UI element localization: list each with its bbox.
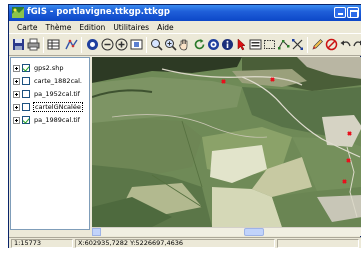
- layer-visibility-checkbox[interactable]: [22, 90, 30, 98]
- menu-aide[interactable]: Aide: [153, 23, 178, 32]
- layer-visibility-checkbox[interactable]: [22, 77, 30, 85]
- redo-icon[interactable]: [352, 38, 361, 51]
- menu-theme[interactable]: Thème: [41, 23, 75, 32]
- cursor-coordinates: X:602935,7282 Y:5226697,4636: [75, 239, 275, 248]
- save-icon[interactable]: [12, 38, 25, 51]
- layer-name: pa_1952cal.tif: [34, 90, 80, 98]
- map-canvas[interactable]: [92, 57, 361, 227]
- toolbar-separator: [43, 37, 44, 53]
- info-icon[interactable]: [221, 38, 234, 51]
- toolbar-separator: [146, 37, 147, 53]
- node-tool-icon[interactable]: [291, 38, 304, 51]
- expand-icon[interactable]: [13, 103, 20, 111]
- gps-point[interactable]: [347, 131, 352, 136]
- vector-icon[interactable]: [65, 38, 78, 51]
- zoom-layer-icon[interactable]: [130, 38, 143, 51]
- fgis-app-icon: [12, 7, 24, 18]
- expand-icon[interactable]: [13, 116, 20, 124]
- layer-list-icon[interactable]: [249, 38, 262, 51]
- print-icon[interactable]: [27, 38, 40, 51]
- scroll-left-arrow-icon[interactable]: [92, 228, 101, 236]
- menu-edition[interactable]: Edition: [75, 23, 109, 32]
- zoom-rect-icon[interactable]: [150, 38, 163, 51]
- layer-visibility-checkbox[interactable]: [22, 103, 30, 111]
- no-entry-icon[interactable]: [325, 38, 338, 51]
- layer-visibility-checkbox[interactable]: [22, 116, 30, 124]
- maximize-button[interactable]: [347, 7, 359, 18]
- zoom-full-icon[interactable]: [86, 38, 99, 51]
- layer-panel: gps2.shp carte_1882cal. pa_1952cal.tif c…: [10, 57, 90, 230]
- expand-icon[interactable]: [13, 90, 20, 98]
- app-window: fGIS - portlavigne.ttkgp.ttkgp Carte Thè…: [8, 4, 361, 248]
- expand-icon[interactable]: [13, 77, 20, 85]
- layer-item-carte-1882[interactable]: carte_1882cal.: [13, 75, 89, 87]
- undo-icon[interactable]: [339, 38, 352, 51]
- gps-points-layer: [221, 77, 352, 184]
- title-bar: fGIS - portlavigne.ttkgp.ttkgp: [9, 5, 361, 21]
- menu-carte[interactable]: Carte: [13, 23, 41, 32]
- toolbar-separator: [307, 37, 308, 53]
- target-icon[interactable]: [207, 38, 220, 51]
- gps-point[interactable]: [221, 79, 226, 84]
- map-scale: 1:15773: [11, 239, 73, 248]
- rectangle-select-icon[interactable]: [263, 38, 276, 51]
- layer-name: carte_1882cal.: [34, 77, 82, 85]
- toolbar: [9, 33, 361, 56]
- layer-item-pa-1989[interactable]: pa_1989cal.tif: [13, 114, 89, 126]
- menu-utilitaires[interactable]: Utilitaires: [109, 23, 153, 32]
- layer-name: gps2.shp: [34, 64, 64, 72]
- gps-point[interactable]: [342, 179, 347, 184]
- layer-visibility-checkbox[interactable]: [22, 64, 30, 72]
- layer-name: cartelGNcalée: [33, 102, 83, 112]
- gps-point[interactable]: [270, 77, 275, 82]
- gps-point[interactable]: [346, 158, 351, 163]
- layer-item-pa-1952[interactable]: pa_1952cal.tif: [13, 88, 89, 100]
- window-title: fGIS - portlavigne.ttkgp.ttkgp: [27, 7, 170, 17]
- table-icon[interactable]: [47, 38, 60, 51]
- scroll-thumb[interactable]: [244, 228, 264, 236]
- layer-item-gps2[interactable]: gps2.shp: [13, 62, 89, 74]
- zoom-plus-icon[interactable]: [164, 38, 177, 51]
- zoom-out-icon[interactable]: [101, 38, 114, 51]
- pan-hand-icon[interactable]: [178, 38, 191, 51]
- minimize-button[interactable]: [334, 7, 346, 18]
- layer-item-carte-ign[interactable]: cartelGNcalée: [13, 101, 89, 113]
- zoom-in-icon[interactable]: [115, 38, 128, 51]
- edit-vertices-icon[interactable]: [277, 38, 290, 51]
- status-bar: 1:15773 X:602935,7282 Y:5226697,4636: [9, 237, 361, 248]
- menu-bar: Carte Thème Edition Utilitaires Aide: [9, 21, 361, 33]
- horizontal-scrollbar[interactable]: [92, 227, 361, 236]
- expand-icon[interactable]: [13, 64, 20, 72]
- layer-name: pa_1989cal.tif: [34, 116, 80, 124]
- toolbar-separator: [81, 37, 82, 53]
- pencil-icon[interactable]: [311, 38, 324, 51]
- select-arrow-icon[interactable]: [235, 38, 248, 51]
- refresh-icon[interactable]: [193, 38, 206, 51]
- status-empty-cell: [277, 239, 359, 248]
